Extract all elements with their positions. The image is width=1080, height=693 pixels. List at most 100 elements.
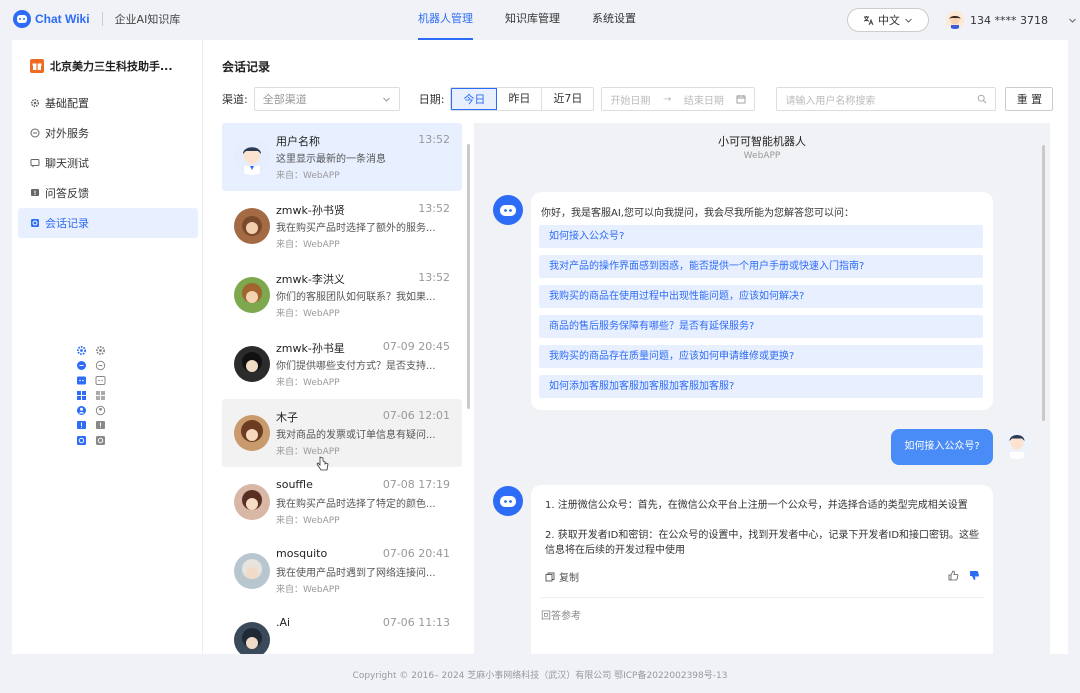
- org-selector[interactable]: 北京美力三生科技助手...: [30, 58, 173, 74]
- robot-icon: [500, 496, 516, 507]
- suggested-question[interactable]: 如何接入公众号?: [539, 225, 983, 248]
- search-placeholder: 请输入用户名称搜索: [785, 95, 876, 107]
- thumbs-down-icon[interactable]: [969, 570, 980, 581]
- date-label: 日期:: [418, 93, 445, 106]
- feedback-icon: [95, 420, 106, 431]
- user-search-input[interactable]: 请输入用户名称搜索: [776, 87, 997, 111]
- sidebar: 北京美力三生科技助手... 基础配置 对外服务 聊天测试 问答反馈 会话记录: [12, 40, 203, 654]
- session-item[interactable]: zmwk-孙书贤 13:52 我在购买产品时选择了额外的服务... 来自：Web…: [222, 192, 462, 260]
- brand-divider: [101, 12, 103, 26]
- answer-step-2: 2. 获取开发者ID和密钥：在公众号的设置中，找到开发者中心，记录下开发者ID和…: [545, 530, 980, 556]
- reset-button[interactable]: 重 置: [1005, 87, 1054, 111]
- chevron-down-icon: [905, 18, 912, 23]
- session-item[interactable]: zmwk-李洪义 13:52 你们的客服团队如何联系？我如果... 来自：Web…: [222, 261, 462, 329]
- calendar-icon: [736, 95, 746, 104]
- nav-robot-management[interactable]: 机器人管理: [418, 0, 473, 40]
- session-name: zmwk-孙书星: [276, 342, 345, 355]
- robot-icon: [500, 205, 516, 216]
- page-title: 会话记录: [222, 60, 271, 74]
- bot-answer-bubble: 1. 注册微信公众号：首先，在微信公众平台上注册一个公众号，并选择合适的类型完成…: [531, 485, 993, 654]
- session-source: 来自：WebAPP: [276, 585, 340, 595]
- date-range-tabs: 今日 昨日 近7日: [450, 87, 595, 111]
- sidebar-menu: 基础配置 对外服务 聊天测试 问答反馈 会话记录: [18, 88, 198, 238]
- session-item[interactable]: 木子 07-06 12:01 我对商品的发票或订单信息有疑问... 来自：Web…: [222, 399, 462, 471]
- session-item[interactable]: mosquito 07-06 20:41 我在使用产品时遇到了网络连接问... …: [222, 537, 462, 605]
- bot-name: 小可可智能机器人: [718, 135, 806, 148]
- copy-button[interactable]: 复制: [545, 569, 579, 584]
- date-tab-last7days[interactable]: 近7日: [542, 88, 593, 110]
- answer-step-1: 1. 注册微信公众号：首先，在微信公众平台上注册一个公众号，并选择合适的类型完成…: [545, 500, 968, 511]
- nav-knowledge-management[interactable]: 知识库管理: [505, 0, 560, 40]
- sidebar-item-label: 对外服务: [45, 127, 89, 140]
- chevron-down-icon: [382, 97, 390, 102]
- session-message: 这里显示最新的一条消息: [276, 154, 386, 165]
- brand-logo[interactable]: Chat Wiki 企业AI知识库: [13, 10, 180, 28]
- chatwiki-logo-icon: [13, 10, 31, 28]
- session-list[interactable]: 用户名称 13:52 这里显示最新的一条消息 来自：WebAPP zmwk-孙书…: [222, 123, 462, 654]
- channel-select[interactable]: 全部渠道: [253, 87, 400, 111]
- avatar: [234, 139, 270, 175]
- sidebar-item-basic-config[interactable]: 基础配置: [18, 88, 198, 118]
- thumbs-up-icon[interactable]: [948, 570, 959, 581]
- sidebar-item-label: 会话记录: [45, 217, 89, 230]
- suggested-question[interactable]: 我购买的商品存在质量问题，应该如何申请维修或更换?: [539, 345, 983, 368]
- session-icon: [76, 435, 87, 446]
- sidebar-item-chat-test[interactable]: 聊天测试: [18, 148, 198, 178]
- filter-bar: 渠道: 全部渠道 日期: 今日 昨日 近7日 开始日期 → 结束日期 请输入用户…: [222, 87, 1054, 111]
- session-source: 来自：WebAPP: [276, 171, 340, 181]
- session-time: 07-06 12:01: [382, 409, 450, 422]
- avatar: [234, 277, 270, 313]
- session-icon: [95, 435, 106, 446]
- user-phone: 134 **** 3718: [970, 13, 1048, 27]
- sidebar-item-qa-feedback[interactable]: 问答反馈: [18, 178, 198, 208]
- session-time: 13:52: [418, 133, 450, 146]
- chat-scrollbar[interactable]: [1042, 145, 1045, 421]
- bot-avatar: [493, 486, 523, 516]
- user-menu[interactable]: 134 **** 3718: [946, 8, 1077, 32]
- session-item[interactable]: .Ai 07-06 11:13: [222, 606, 462, 654]
- bot-avatar: [493, 195, 523, 225]
- session-source: 来自：WebAPP: [276, 378, 340, 388]
- nav-system-settings[interactable]: 系统设置: [592, 0, 636, 40]
- org-gift-icon: [30, 59, 44, 73]
- sidebar-item-external-service[interactable]: 对外服务: [18, 118, 198, 148]
- chat-test-icon: [30, 159, 40, 168]
- chat-circle-icon: [95, 360, 106, 371]
- chat-circle-icon: [76, 360, 87, 371]
- session-item[interactable]: 用户名称 13:52 这里显示最新的一条消息 来自：WebAPP: [222, 123, 462, 191]
- date-range-picker[interactable]: 开始日期 → 结束日期: [601, 87, 756, 111]
- chat-channel: WebAPP: [743, 151, 781, 161]
- session-time: 07-06 20:41: [382, 547, 450, 560]
- session-message: 你们提供哪些支付方式？是否支持...: [276, 361, 436, 372]
- sidebar-item-session-records[interactable]: 会话记录: [18, 208, 198, 238]
- session-time: 07-06 11:13: [382, 616, 450, 629]
- suggested-question[interactable]: 商品的售后服务保障有哪些？是否有延保服务?: [539, 315, 983, 338]
- session-time: 07-09 20:45: [382, 340, 450, 353]
- avatar: [234, 346, 270, 382]
- session-list-scrollbar[interactable]: [467, 144, 470, 409]
- suggested-question[interactable]: 我购买的商品在使用过程中出现性能问题，应该如何解决?: [539, 285, 983, 308]
- gear-icon: [76, 345, 87, 356]
- chevron-down-icon: [1069, 18, 1076, 23]
- grid-icon: [95, 390, 106, 401]
- date-tab-today[interactable]: 今日: [451, 88, 498, 110]
- session-message: 我在购买产品时选择了特定的颜色...: [276, 499, 436, 510]
- language-switcher[interactable]: 中文: [847, 8, 929, 32]
- translate-icon: [863, 15, 874, 25]
- session-item[interactable]: zmwk-孙书星 07-09 20:45 你们提供哪些支付方式？是否支持... …: [222, 330, 462, 398]
- main-panel: 北京美力三生科技助手... 基础配置 对外服务 聊天测试 问答反馈 会话记录 会…: [12, 40, 1068, 654]
- bot-greeting-bubble: 你好，我是客服AI,您可以向我提问，我会尽我所能为您解答您可以问： 如何接入公众…: [531, 192, 993, 410]
- session-message: 我对商品的发票或订单信息有疑问...: [276, 430, 436, 441]
- session-message: 我在使用产品时遇到了网络连接问...: [276, 568, 436, 579]
- date-tab-yesterday[interactable]: 昨日: [497, 88, 543, 110]
- session-item[interactable]: souffle 07-08 17:19 我在购买产品时选择了特定的颜色... 来…: [222, 468, 462, 536]
- brand-name: Chat Wiki: [35, 12, 90, 26]
- answer-reference-label: 回答参考: [541, 611, 581, 622]
- top-bar: Chat Wiki 企业AI知识库 机器人管理 知识库管理 系统设置 中文 13…: [0, 0, 1080, 40]
- avatar: [234, 622, 270, 654]
- session-source: 来自：WebAPP: [276, 309, 340, 319]
- content-area: 会话记录 渠道: 全部渠道 日期: 今日 昨日 近7日 开始日期 → 结束日期 …: [203, 40, 1068, 654]
- suggested-question[interactable]: 我对产品的操作界面感到困惑，能否提供一个用户手册或快速入门指南?: [539, 255, 983, 278]
- suggested-question[interactable]: 如何添加客服加客服加客服加客服加客服?: [539, 375, 983, 398]
- copy-label: 复制: [559, 573, 579, 584]
